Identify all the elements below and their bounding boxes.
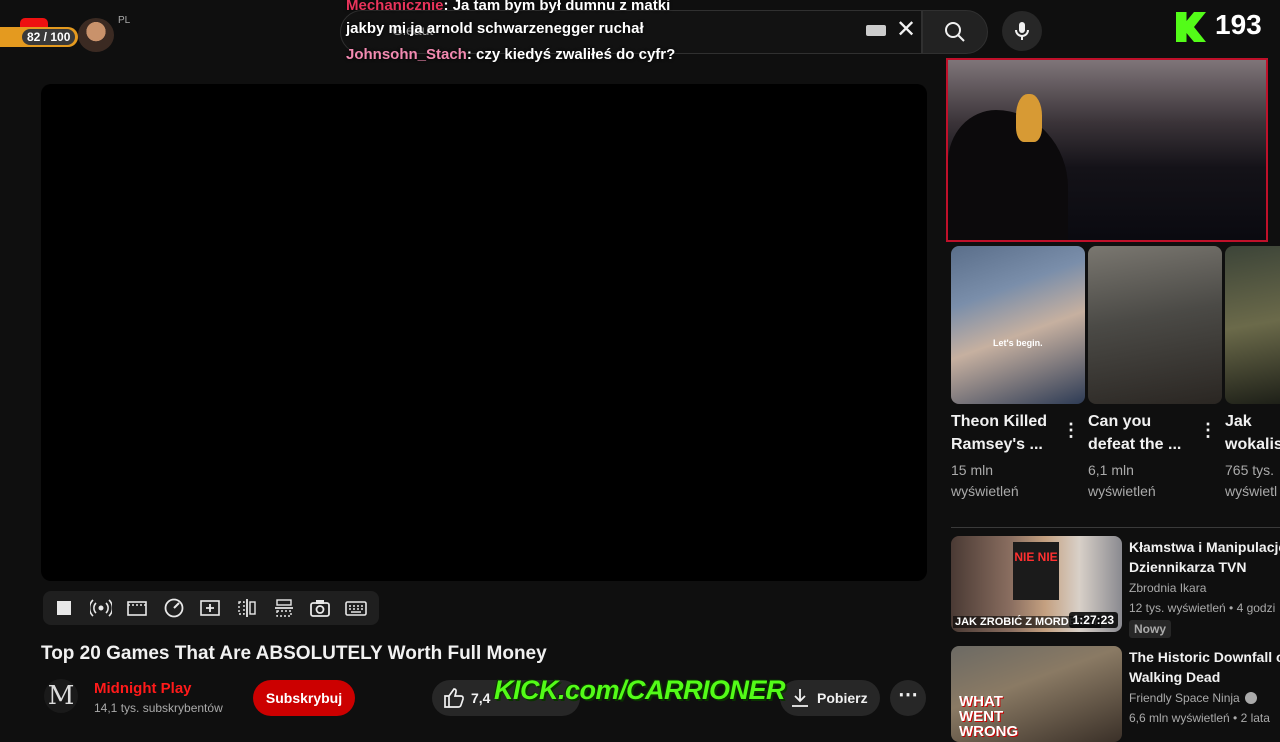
chat-username: Mechanicznie bbox=[346, 0, 444, 14]
section-divider bbox=[951, 527, 1280, 528]
kick-channel-banner: KICK.com/CARRIONER bbox=[494, 675, 786, 705]
short-views-line: wyświetl bbox=[1225, 483, 1278, 499]
language-code: PL bbox=[118, 15, 131, 26]
related-video-meta: 6,6 mln wyświetleń • 2 lata bbox=[1129, 711, 1270, 725]
channel-avatar[interactable]: M bbox=[44, 679, 78, 713]
related-video-thumbnail[interactable]: NIE NIE JAK ZROBIĆ Z MORDERCY 1:27:23 bbox=[951, 536, 1122, 632]
search-icon bbox=[945, 22, 965, 42]
stop-icon[interactable] bbox=[53, 597, 75, 619]
short-title-line: Ramsey's ... bbox=[951, 436, 1043, 453]
subscribe-button[interactable]: Subskrybuj bbox=[253, 680, 355, 716]
channel-name[interactable]: Midnight Play bbox=[94, 680, 192, 697]
related-title-line: Dziennikarza TVN bbox=[1129, 559, 1247, 575]
xp-progress-badge: 82 / 100 bbox=[0, 27, 78, 47]
chat-message: Johnsohn_Stach: czy kiedyś zwaliłeś do c… bbox=[346, 46, 675, 63]
thumbnail-caption: WHAT WENT WRONG bbox=[959, 693, 1019, 740]
short-views: 6,1 mln wyświetleń bbox=[1088, 460, 1156, 502]
short-views: 15 mln wyświetleń bbox=[951, 460, 1019, 502]
more-actions-button[interactable]: ⋯ bbox=[890, 680, 926, 716]
streamer-avatar bbox=[78, 18, 114, 52]
chat-message: jakby mi ja arnold schwarzenegger ruchał bbox=[346, 20, 644, 37]
chat-text: : Ja tam bym był dumnu z matki bbox=[443, 0, 671, 14]
short-title[interactable]: Jak wokalis bbox=[1225, 410, 1280, 456]
streamer-silhouette bbox=[948, 110, 1068, 240]
chat-username: Johnsohn_Stach bbox=[346, 46, 467, 63]
related-title-line: The Historic Downfall of bbox=[1129, 649, 1280, 665]
short-title-line: Theon Killed bbox=[951, 413, 1047, 430]
xp-progress-label: 82 / 100 bbox=[22, 29, 76, 45]
chat-text: : czy kiedyś zwaliłeś do cyfr? bbox=[466, 46, 676, 63]
like-count: 7,4 bbox=[471, 690, 491, 706]
chat-text: jakby mi ja arnold schwarzenegger ruchał bbox=[346, 20, 644, 37]
short-title-line: wokalis bbox=[1225, 436, 1280, 453]
microphone-icon bbox=[1015, 22, 1029, 40]
broadcast-icon[interactable] bbox=[90, 597, 112, 619]
short-title[interactable]: Theon Killed Ramsey's ... bbox=[951, 410, 1047, 456]
related-channel-name[interactable]: Friendly Space Ninja bbox=[1129, 691, 1240, 705]
short-menu-icon[interactable]: ⋮ bbox=[1062, 420, 1080, 441]
related-video-title[interactable]: The Historic Downfall of Walking Dead bbox=[1129, 647, 1280, 687]
clear-search-icon[interactable]: ✕ bbox=[893, 17, 919, 43]
short-views-line: 15 mln bbox=[951, 462, 994, 478]
thumbs-up-icon bbox=[444, 688, 464, 708]
download-label: Pobierz bbox=[817, 690, 868, 706]
short-title-line: Jak bbox=[1225, 413, 1252, 430]
verified-check-icon bbox=[1245, 692, 1257, 704]
stretch-icon[interactable] bbox=[273, 597, 295, 619]
screenshot-camera-icon[interactable] bbox=[309, 597, 331, 619]
chat-message: Mechanicznie: Ja tam bym był dumnu z mat… bbox=[346, 0, 670, 14]
thumbnail-sign-text: NIE NIE bbox=[1013, 542, 1059, 600]
streamer-webcam bbox=[946, 58, 1268, 242]
video-player[interactable] bbox=[41, 84, 927, 581]
new-badge: Nowy bbox=[1129, 620, 1172, 638]
keyboard-icon[interactable] bbox=[866, 25, 886, 36]
cinema-mode-icon[interactable] bbox=[126, 597, 148, 619]
split-view-icon[interactable] bbox=[236, 597, 258, 619]
short-views-line: wyświetleń bbox=[951, 483, 1019, 499]
short-caption: Let's begin. bbox=[993, 338, 1043, 348]
short-views: 765 tys. wyświetl bbox=[1225, 460, 1280, 502]
search-button[interactable] bbox=[922, 10, 988, 54]
related-title-line: Kłamstwa i Manipulacje bbox=[1129, 539, 1280, 555]
short-title[interactable]: Can you defeat the ... bbox=[1088, 410, 1181, 456]
speed-gauge-icon[interactable] bbox=[163, 597, 185, 619]
plush-figure bbox=[1016, 94, 1042, 142]
short-views-line: wyświetleń bbox=[1088, 483, 1156, 499]
video-duration: 1:27:23 bbox=[1068, 612, 1118, 628]
related-title-line: Walking Dead bbox=[1129, 669, 1221, 685]
add-clip-icon[interactable] bbox=[199, 597, 221, 619]
short-thumbnail[interactable] bbox=[1225, 246, 1280, 404]
kick-viewer-count: 193 bbox=[1215, 9, 1262, 40]
kick-logo-icon bbox=[1176, 12, 1206, 42]
video-title: Top 20 Games That Are ABSOLUTELY Worth F… bbox=[41, 643, 547, 664]
related-channel-name[interactable]: Zbrodnia Ikara bbox=[1129, 581, 1206, 595]
short-views-line: 765 tys. bbox=[1225, 462, 1275, 478]
short-title-line: defeat the ... bbox=[1088, 436, 1182, 453]
short-thumbnail[interactable] bbox=[1088, 246, 1222, 404]
player-extension-toolbar bbox=[43, 591, 379, 625]
short-menu-icon[interactable]: ⋮ bbox=[1199, 420, 1217, 441]
short-views-line: 6,1 mln bbox=[1088, 462, 1134, 478]
related-video-meta: 12 tys. wyświetleń • 4 godzi bbox=[1129, 601, 1276, 615]
keyboard-shortcuts-icon[interactable] bbox=[345, 597, 367, 619]
short-title-line: Can you bbox=[1088, 413, 1152, 430]
voice-search-button[interactable] bbox=[1002, 11, 1042, 51]
short-thumbnail[interactable]: Let's begin. bbox=[951, 246, 1085, 404]
download-icon bbox=[792, 689, 808, 707]
subscriber-count: 14,1 tys. subskrybentów bbox=[94, 701, 223, 715]
related-video-title[interactable]: Kłamstwa i Manipulacje Dziennikarza TVN bbox=[1129, 537, 1280, 577]
related-video-thumbnail[interactable]: WHAT WENT WRONG bbox=[951, 646, 1122, 742]
